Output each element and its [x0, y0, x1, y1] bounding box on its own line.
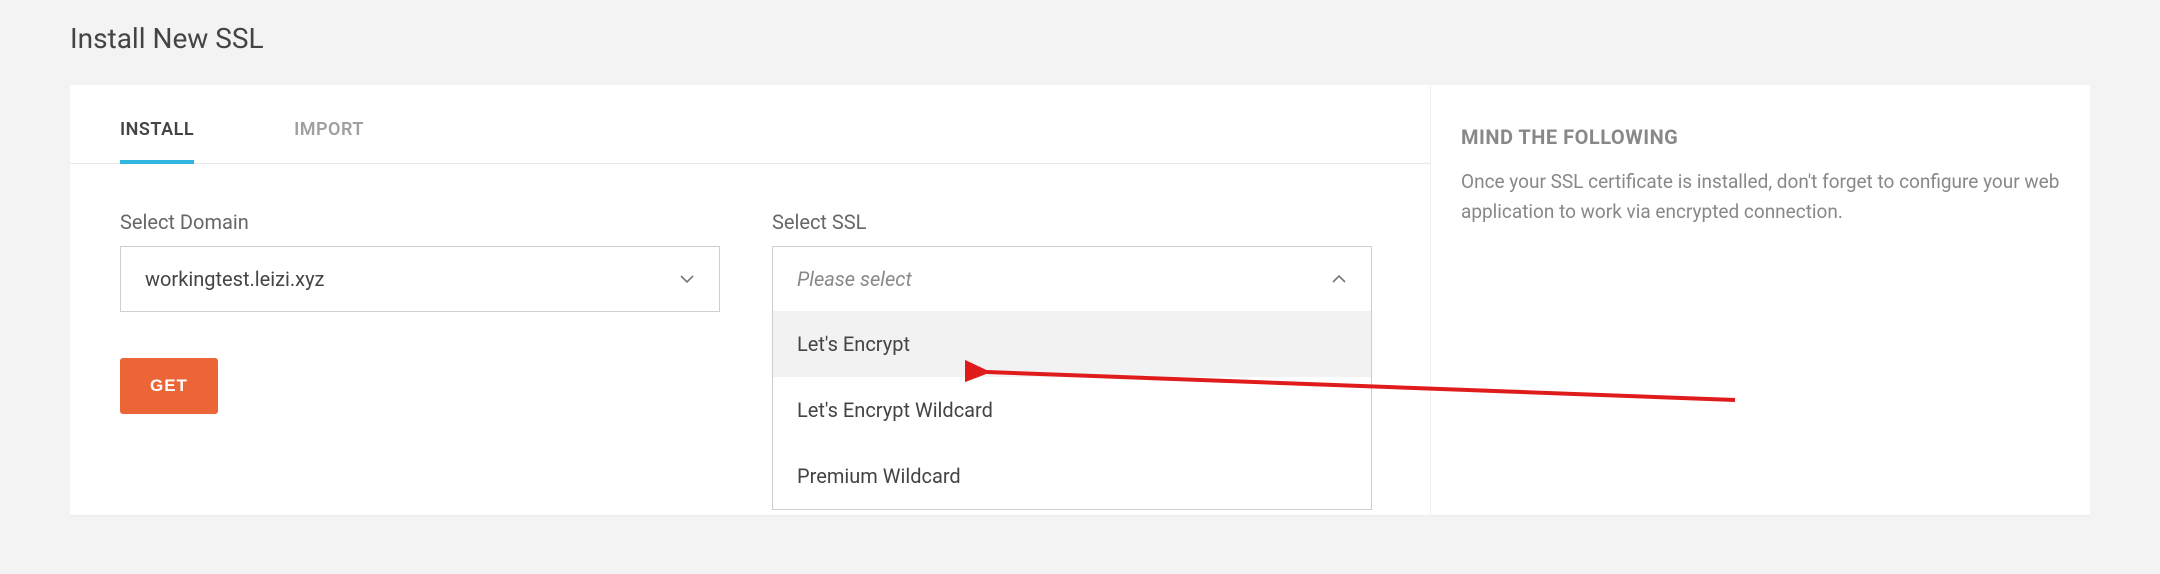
- sidebar-body: Once your SSL certificate is installed, …: [1461, 167, 2060, 228]
- tab-import[interactable]: IMPORT: [294, 85, 364, 164]
- domain-label: Select Domain: [120, 210, 720, 234]
- tab-install[interactable]: INSTALL: [120, 85, 194, 164]
- chevron-down-icon: [679, 271, 695, 287]
- tabs: INSTALL IMPORT: [70, 85, 1430, 164]
- form-area: Select Domain workingtest.leizi.xyz Sele…: [70, 164, 1430, 352]
- domain-select[interactable]: workingtest.leizi.xyz: [120, 246, 720, 312]
- page-title: Install New SSL: [70, 0, 2090, 85]
- ssl-select[interactable]: Please select Let's Encrypt Let's Encryp…: [772, 246, 1372, 312]
- field-domain: Select Domain workingtest.leizi.xyz: [120, 210, 720, 312]
- sidebar-heading: MIND THE FOLLOWING: [1461, 125, 2060, 149]
- field-ssl: Select SSL Please select Let's Encrypt L…: [772, 210, 1372, 312]
- get-button[interactable]: GET: [120, 358, 218, 414]
- ssl-label: Select SSL: [772, 210, 1372, 234]
- ssl-option-premium-wildcard[interactable]: Premium Wildcard: [773, 443, 1371, 509]
- side-column: MIND THE FOLLOWING Once your SSL certifi…: [1430, 85, 2090, 515]
- ssl-select-placeholder: Please select: [797, 267, 912, 291]
- ssl-option-lets-encrypt[interactable]: Let's Encrypt: [773, 311, 1371, 377]
- chevron-up-icon: [1331, 271, 1347, 287]
- main-column: INSTALL IMPORT Select Domain workingtest…: [70, 85, 1430, 515]
- ssl-option-lets-encrypt-wildcard[interactable]: Let's Encrypt Wildcard: [773, 377, 1371, 443]
- card: INSTALL IMPORT Select Domain workingtest…: [70, 85, 2090, 515]
- domain-select-value: workingtest.leizi.xyz: [145, 267, 324, 291]
- ssl-dropdown: Let's Encrypt Let's Encrypt Wildcard Pre…: [772, 311, 1372, 510]
